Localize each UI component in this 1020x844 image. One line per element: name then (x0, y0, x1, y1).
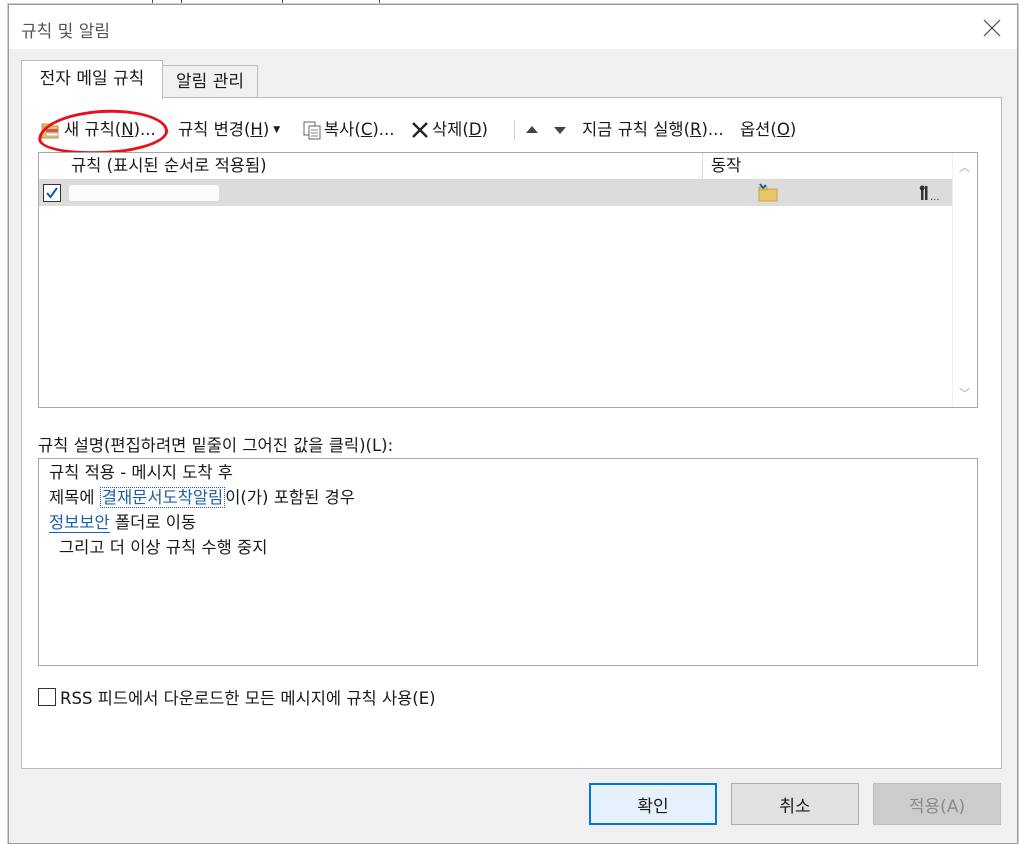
rss-checkbox[interactable] (38, 688, 56, 706)
arrow-down-icon (554, 127, 566, 134)
checkmark-icon (46, 187, 58, 199)
run-now-label: 지금 규칙 실행( (582, 120, 691, 139)
options-suffix: ) (789, 120, 797, 139)
rule-enabled-checkbox[interactable] (43, 184, 61, 202)
rules-list[interactable]: 규칙 (표시된 순서로 적용됨) 동작 ... ︿ ﹀ (38, 152, 978, 408)
move-down-button[interactable] (552, 116, 568, 144)
rule-description-box: 규칙 적용 - 메시지 도착 후 제목에 결재문서도착알림 이(가) 포함된 경우… (38, 458, 978, 666)
rule-settings-icon: ... (919, 185, 940, 202)
options-button[interactable]: 옵션(O) (740, 116, 796, 144)
description-text: 제목에 (49, 488, 100, 507)
change-rule-key: H (250, 120, 263, 139)
subject-keyword-link[interactable]: 결재문서도착알림 (99, 487, 226, 508)
rules-toolbar: 새 규칙(N)... 규칙 변경(H) ▼ 복사(C)... 삭제(D … (36, 106, 1000, 158)
copy-button[interactable]: 복사(C)... (302, 116, 395, 144)
description-line: 규칙 적용 - 메시지 도착 후 (49, 463, 233, 482)
run-rules-now-button[interactable]: 지금 규칙 실행(R)... (582, 116, 724, 144)
ok-button[interactable]: 확인 (589, 783, 717, 825)
close-button[interactable] (975, 11, 1009, 45)
column-header-rule[interactable]: 규칙 (표시된 순서로 적용됨) (63, 153, 703, 179)
change-rule-label: 규칙 변경( (178, 120, 251, 139)
delete-suffix: ) (481, 120, 488, 139)
run-now-suffix: )... (701, 120, 724, 139)
column-header-action[interactable]: 동작 (703, 153, 952, 179)
change-rule-button[interactable]: 규칙 변경(H) ▼ (178, 116, 280, 144)
dropdown-arrow-icon: ▼ (273, 125, 281, 135)
copy-suffix: )... (372, 120, 395, 139)
red-highlight-circle (36, 106, 170, 158)
toolbar-separator (514, 120, 515, 140)
delete-x-icon (412, 122, 428, 138)
dialog-title: 규칙 및 알림 (21, 22, 111, 42)
redacted-rule-name (69, 185, 219, 201)
delete-button[interactable]: 삭제(D) (410, 116, 488, 144)
email-rules-panel: 새 규칙(N)... 규칙 변경(H) ▼ 복사(C)... 삭제(D … (21, 97, 1002, 769)
rules-and-alerts-dialog: 규칙 및 알림 전자 메일 규칙 알림 관리 새 규칙(N)... 규칙 변경… (8, 4, 1018, 844)
scroll-down-icon[interactable]: ﹀ (959, 385, 970, 401)
delete-label: 삭제( (432, 120, 469, 139)
apply-button[interactable]: 적용(A) (873, 783, 1001, 825)
svg-text:...: ... (930, 192, 940, 202)
scroll-up-icon[interactable]: ︿ (959, 159, 970, 175)
rss-rules-option[interactable]: RSS 피드에서 다운로드한 모든 메시지에 규칙 사용(E) (38, 686, 436, 708)
change-rule-suffix: ) (262, 120, 270, 139)
close-icon (983, 19, 1001, 37)
arrow-up-icon (526, 126, 538, 133)
description-line: 정보보안 폴더로 이동 (49, 511, 196, 535)
copy-label: 복사( (324, 120, 361, 139)
copy-icon (303, 121, 321, 140)
tab-manage-alerts[interactable]: 알림 관리 (162, 65, 258, 98)
description-line: 제목에 결재문서도착알림 이(가) 포함된 경우 (49, 486, 355, 510)
options-key: O (776, 120, 790, 139)
table-row[interactable]: ... (39, 180, 952, 206)
delete-key: D (468, 120, 482, 139)
rss-label: RSS 피드에서 다운로드한 모든 메시지에 규칙 사용(E) (60, 689, 436, 708)
move-up-button[interactable] (524, 116, 540, 144)
move-to-folder-icon (758, 183, 778, 202)
description-text: 폴더로 이동 (109, 513, 197, 532)
rules-list-scrollbar[interactable]: ︿ ﹀ (952, 153, 977, 407)
description-text: 이(가) 포함된 경우 (225, 488, 355, 507)
cancel-button[interactable]: 취소 (731, 783, 859, 825)
tab-email-rules[interactable]: 전자 메일 규칙 (21, 60, 163, 99)
description-line: 그리고 더 이상 규칙 수행 중지 (59, 538, 268, 557)
title-bar: 규칙 및 알림 (9, 5, 1017, 49)
rules-list-header: 규칙 (표시된 순서로 적용됨) 동작 (39, 153, 952, 180)
run-now-key: R (690, 120, 702, 139)
options-label: 옵션( (740, 120, 777, 139)
target-folder-link[interactable]: 정보보안 (49, 513, 110, 533)
copy-key: C (360, 120, 373, 139)
rule-description-label: 규칙 설명(편집하려면 밑줄이 그어진 값을 클릭)(L): (38, 436, 394, 455)
